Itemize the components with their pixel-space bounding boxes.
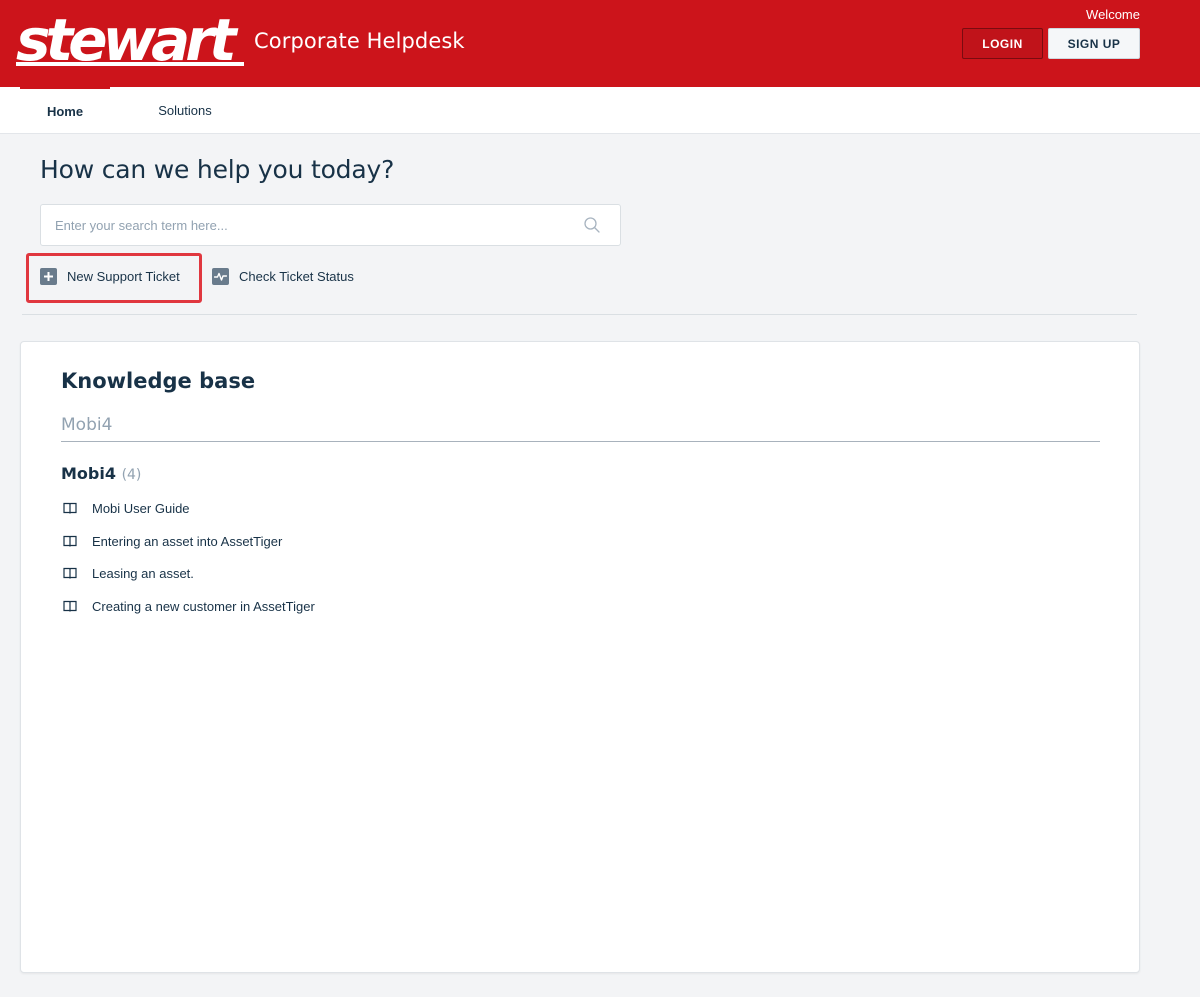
kb-tab-underline <box>61 441 1100 442</box>
article-link[interactable]: Entering an asset into AssetTiger <box>63 531 282 551</box>
svg-text:stewart: stewart <box>16 14 239 68</box>
plus-icon <box>40 267 57 285</box>
article-title: Leasing an asset. <box>92 565 194 581</box>
check-ticket-status-label: Check Ticket Status <box>239 268 354 284</box>
book-icon <box>63 535 77 547</box>
article-link[interactable]: Mobi User Guide <box>63 498 190 518</box>
folder-heading[interactable]: Mobi4 (4) <box>61 464 141 483</box>
login-button[interactable]: LOGIN <box>962 28 1043 59</box>
check-ticket-status-link[interactable]: Check Ticket Status <box>212 266 354 286</box>
book-icon <box>63 502 77 514</box>
page-title: How can we help you today? <box>40 155 395 184</box>
stewart-logo[interactable]: stewart <box>16 14 244 68</box>
book-icon <box>63 567 77 579</box>
helpdesk-title: Corporate Helpdesk <box>254 29 465 53</box>
article-title: Creating a new customer in AssetTiger <box>92 598 315 614</box>
tab-solutions[interactable]: Solutions <box>140 87 230 133</box>
book-icon <box>63 600 77 612</box>
search-input[interactable] <box>41 205 581 245</box>
signup-button[interactable]: SIGN UP <box>1048 28 1140 59</box>
article-link[interactable]: Leasing an asset. <box>63 563 194 583</box>
folder-name: Mobi4 <box>61 464 116 483</box>
new-support-ticket-link[interactable]: New Support Ticket <box>40 266 180 286</box>
article-link[interactable]: Creating a new customer in AssetTiger <box>63 596 315 616</box>
pulse-icon <box>212 267 229 285</box>
article-title: Mobi User Guide <box>92 500 190 516</box>
article-title: Entering an asset into AssetTiger <box>92 533 283 549</box>
new-support-ticket-label: New Support Ticket <box>67 268 180 284</box>
tab-home[interactable]: Home <box>20 87 110 133</box>
welcome-text: Welcome <box>1086 7 1140 22</box>
site-header: stewart Corporate Helpdesk Welcome LOGIN… <box>0 0 1200 87</box>
main-nav: Home Solutions <box>0 87 1200 134</box>
section-divider <box>22 314 1137 315</box>
knowledge-base-card: Knowledge base Mobi4 Mobi4 (4) Mobi User… <box>20 341 1140 973</box>
search-icon[interactable] <box>583 216 601 234</box>
knowledge-base-title: Knowledge base <box>61 369 256 393</box>
kb-category-tab[interactable]: Mobi4 <box>61 415 112 435</box>
search-box <box>40 204 621 246</box>
folder-count: (4) <box>121 467 142 483</box>
